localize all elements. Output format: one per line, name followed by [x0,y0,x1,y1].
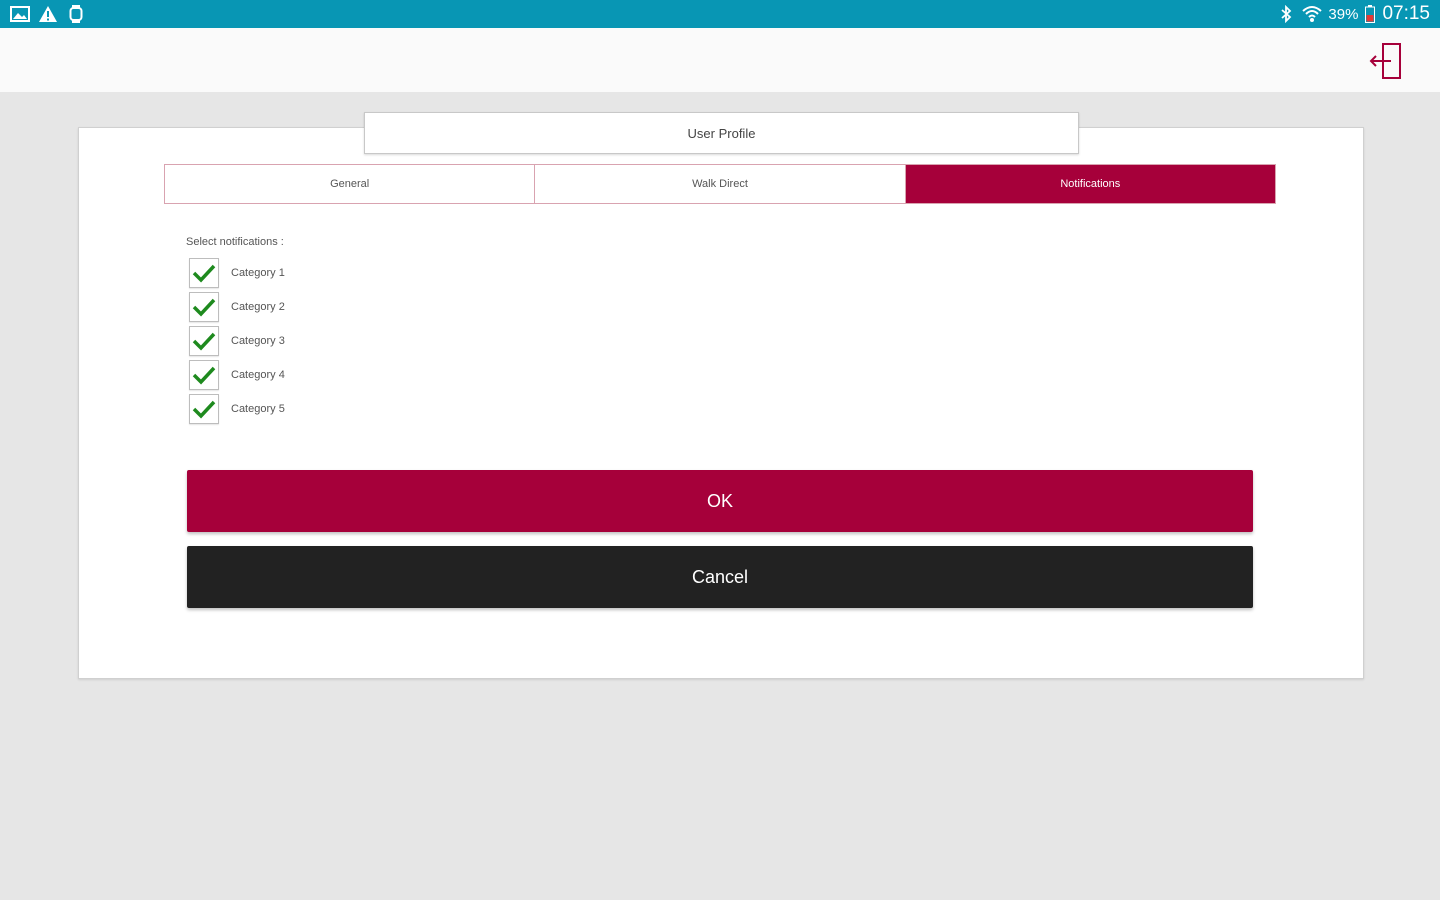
category-1-label: Category 1 [231,267,285,279]
category-2-row[interactable]: Category 2 [189,290,285,324]
category-2-label: Category 2 [231,301,285,313]
notification-category-list: Category 1 Category 2 Category 3 Categor… [189,256,285,426]
battery-icon [1364,5,1376,23]
status-left-icons [10,5,86,23]
image-icon [10,5,30,23]
select-notifications-label: Select notifications : [186,236,284,248]
category-4-checkbox[interactable] [189,360,219,390]
tab-general[interactable]: General [165,165,535,203]
warning-icon [38,5,58,23]
status-right-icons: 39% 07:15 [1276,3,1430,25]
checkmark-icon [192,366,216,385]
category-3-checkbox[interactable] [189,326,219,356]
status-bar: 39% 07:15 [0,0,1440,28]
ok-button[interactable]: OK [187,470,1253,532]
battery-percent: 39% [1328,5,1359,23]
wifi-icon [1302,5,1323,23]
checkmark-icon [192,298,216,317]
tab-notifications[interactable]: Notifications [904,165,1275,203]
category-5-row[interactable]: Category 5 [189,392,285,426]
logout-button[interactable] [1366,40,1408,82]
tab-walk-direct[interactable]: Walk Direct [534,165,905,203]
checkmark-icon [192,332,216,351]
category-3-row[interactable]: Category 3 [189,324,285,358]
app-bar [0,28,1440,92]
dialog-title: User Profile [364,112,1079,154]
category-1-checkbox[interactable] [189,258,219,288]
checkmark-icon [192,400,216,419]
tab-bar: General Walk Direct Notifications [164,164,1276,204]
category-3-label: Category 3 [231,335,285,347]
logout-icon [1369,43,1401,79]
category-1-row[interactable]: Category 1 [189,256,285,290]
category-5-checkbox[interactable] [189,394,219,424]
category-4-label: Category 4 [231,369,285,381]
clock: 07:15 [1382,3,1430,24]
category-2-checkbox[interactable] [189,292,219,322]
cancel-button[interactable]: Cancel [187,546,1253,608]
bluetooth-icon [1276,5,1296,23]
checkmark-icon [192,264,216,283]
watch-icon [66,5,86,23]
category-5-label: Category 5 [231,403,285,415]
category-4-row[interactable]: Category 4 [189,358,285,392]
